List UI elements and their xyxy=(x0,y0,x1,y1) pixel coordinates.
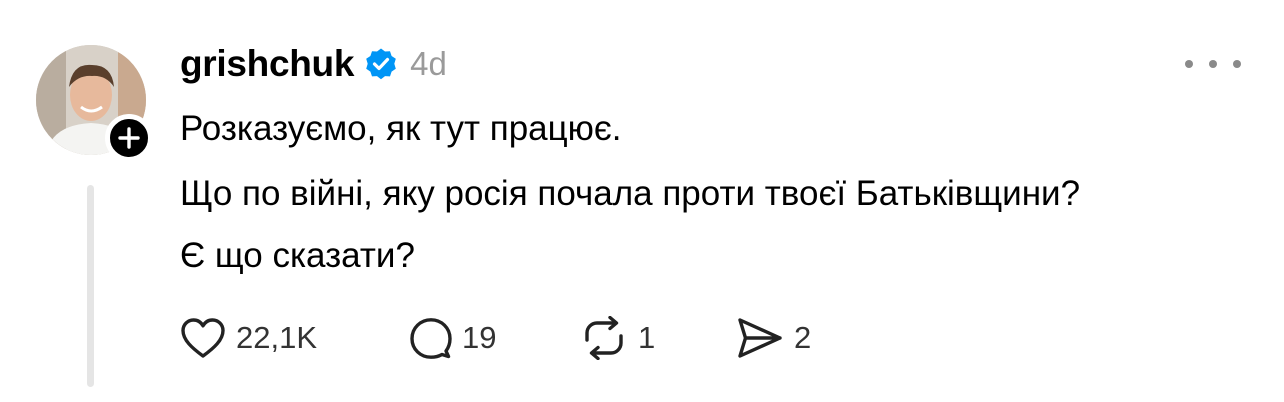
verified-badge-icon xyxy=(366,48,396,80)
more-dot xyxy=(1233,60,1241,68)
repost-icon xyxy=(585,316,623,360)
post-text-line: Що по війні, яку росія почала проти твоє… xyxy=(180,174,1081,213)
like-button[interactable]: 22,1K xyxy=(180,314,317,362)
reply-button[interactable]: 19 xyxy=(408,314,496,362)
more-dot xyxy=(1209,60,1217,68)
follow-plus-button[interactable] xyxy=(105,114,153,162)
comment-icon xyxy=(410,318,452,359)
share-count: 2 xyxy=(794,320,812,355)
repost-button[interactable]: 1 xyxy=(580,314,655,362)
plus-icon xyxy=(118,127,140,149)
post-text-line: Є що сказати? xyxy=(180,236,415,275)
heart-icon xyxy=(181,318,225,358)
post-header: grishchuk 4d xyxy=(180,38,447,90)
more-dot xyxy=(1185,60,1193,68)
reply-count: 19 xyxy=(462,320,497,355)
share-icon xyxy=(738,318,782,358)
repost-count: 1 xyxy=(638,320,656,355)
like-count: 22,1K xyxy=(236,320,318,355)
thread-line xyxy=(87,185,94,387)
more-options-icon[interactable] xyxy=(1185,50,1241,78)
thread-post: grishchuk 4d Розказуємо, як тут працює. … xyxy=(0,0,1284,402)
post-text-line: Розказуємо, як тут працює. xyxy=(180,109,622,148)
share-button[interactable]: 2 xyxy=(736,314,811,362)
post-time: 4d xyxy=(410,45,447,82)
author-username[interactable]: grishchuk xyxy=(180,43,354,85)
